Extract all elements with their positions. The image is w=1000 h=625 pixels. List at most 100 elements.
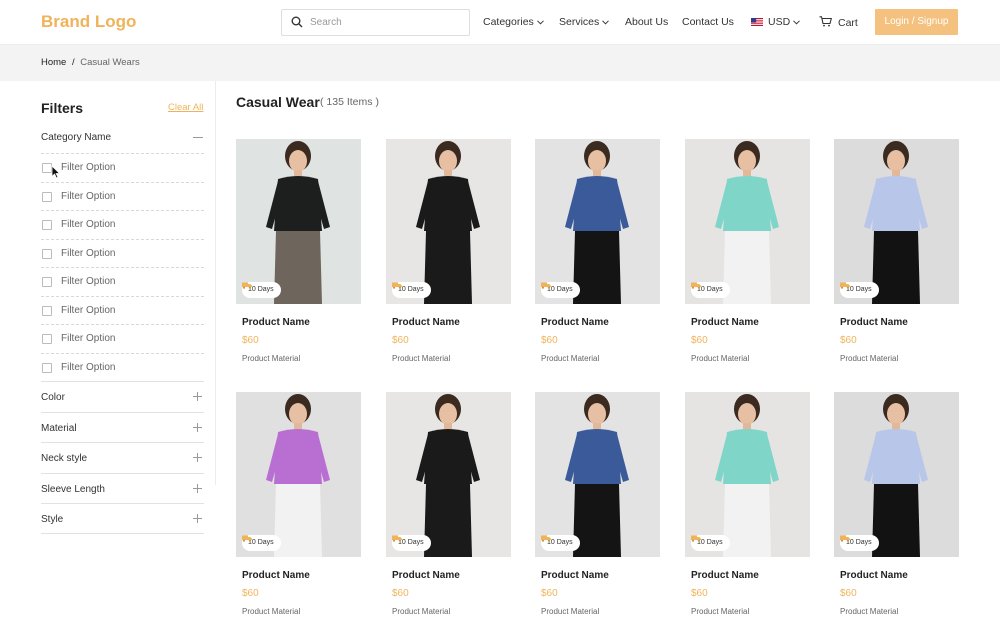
product-name[interactable]: Product Name	[242, 317, 310, 328]
plus-icon[interactable]	[193, 483, 202, 493]
product-name[interactable]: Product Name	[392, 570, 460, 581]
plus-icon[interactable]	[193, 422, 202, 432]
product-image[interactable]: 10 Days	[685, 392, 810, 557]
search-input[interactable]: Search	[310, 17, 342, 28]
product-card[interactable]: 10 Days Product Name $60 Product Material	[834, 139, 959, 369]
product-model-figure	[236, 139, 361, 304]
clear-all-link[interactable]: Clear All	[168, 102, 203, 113]
product-card[interactable]: 10 Days Product Name $60 Product Material	[685, 139, 810, 369]
filter-option[interactable]: Filter Option	[41, 153, 204, 181]
filter-option-label: Filter Option	[61, 190, 116, 202]
login-signup-button[interactable]: Login / Signup	[875, 9, 958, 35]
delivery-truck-icon	[840, 282, 850, 289]
filter-option[interactable]: Filter Option	[41, 352, 204, 381]
product-model-figure	[386, 139, 511, 304]
product-image[interactable]: 10 Days	[236, 139, 361, 304]
search-box[interactable]: Search	[281, 9, 470, 36]
filter-checkbox[interactable]	[42, 220, 52, 230]
product-image[interactable]: 10 Days	[685, 139, 810, 304]
filter-group-sleeve-length[interactable]: Sleeve Length	[41, 472, 204, 504]
nav-categories[interactable]: Categories	[483, 16, 544, 28]
category-name-heading[interactable]: Category Name	[41, 132, 111, 143]
filter-option-label: Filter Option	[61, 276, 116, 287]
product-name[interactable]: Product Name	[840, 317, 908, 328]
product-image[interactable]: 10 Days	[535, 139, 660, 304]
product-name[interactable]: Product Name	[691, 570, 759, 581]
product-image[interactable]: 10 Days	[535, 392, 660, 557]
product-price: $60	[691, 588, 708, 599]
brand-logo[interactable]: Brand Logo	[41, 12, 136, 32]
filter-checkbox[interactable]	[42, 334, 52, 344]
delivery-truck-icon	[541, 282, 551, 289]
product-card[interactable]: 10 Days Product Name $60 Product Material	[236, 392, 361, 622]
nav-services[interactable]: Services	[559, 16, 610, 28]
plus-icon[interactable]	[193, 453, 202, 462]
currency-selector[interactable]: USD	[748, 16, 801, 28]
product-card[interactable]: 10 Days Product Name $60 Product Material	[236, 139, 361, 369]
product-model-figure	[834, 392, 959, 557]
product-name[interactable]: Product Name	[541, 570, 609, 581]
filter-option[interactable]: Filter Option	[41, 210, 204, 238]
product-material: Product Material	[541, 354, 600, 363]
product-material: Product Material	[541, 607, 600, 616]
cart-label: Cart	[838, 17, 858, 29]
breadcrumb-home[interactable]: Home	[41, 57, 66, 68]
filter-option[interactable]: Filter Option	[41, 267, 204, 295]
product-card[interactable]: 10 Days Product Name $60 Product Material	[685, 392, 810, 622]
filter-group-style[interactable]: Style	[41, 503, 204, 534]
filter-option[interactable]: Filter Option	[41, 324, 204, 352]
plus-icon[interactable]	[193, 514, 202, 523]
nav-about-us[interactable]: About Us	[625, 16, 668, 28]
delivery-badge: 10 Days	[691, 535, 730, 551]
chevron-down-icon	[793, 20, 801, 25]
product-image[interactable]: 10 Days	[834, 392, 959, 557]
currency-label: USD	[768, 16, 791, 28]
filter-option[interactable]: Filter Option	[41, 295, 204, 324]
filter-option[interactable]: Filter Option	[41, 238, 204, 267]
filter-group-label: Color	[41, 392, 65, 403]
delivery-badge: 10 Days	[541, 282, 580, 298]
product-model-figure	[236, 392, 361, 557]
product-image[interactable]: 10 Days	[386, 139, 511, 304]
product-model-figure	[834, 139, 959, 304]
product-card[interactable]: 10 Days Product Name $60 Product Material	[834, 392, 959, 622]
product-card[interactable]: 10 Days Product Name $60 Product Material	[535, 139, 660, 369]
product-image[interactable]: 10 Days	[386, 392, 511, 557]
filter-group-color[interactable]: Color	[41, 381, 204, 412]
product-model-figure	[685, 392, 810, 557]
filter-checkbox[interactable]	[42, 191, 52, 202]
filter-checkbox[interactable]	[42, 362, 52, 373]
nav-contact-us[interactable]: Contact Us	[682, 16, 734, 28]
product-material: Product Material	[242, 354, 301, 363]
breadcrumb: Home / Casual Wears	[41, 57, 140, 68]
filter-checkbox[interactable]	[42, 248, 52, 259]
product-name[interactable]: Product Name	[242, 570, 310, 581]
product-material: Product Material	[242, 607, 301, 616]
cart-link[interactable]: Cart	[819, 16, 858, 29]
item-count: ( 135 Items )	[320, 96, 379, 108]
product-name[interactable]: Product Name	[691, 317, 759, 328]
delivery-truck-icon	[242, 282, 252, 289]
product-image[interactable]: 10 Days	[834, 139, 959, 304]
delivery-truck-icon	[691, 535, 701, 542]
delivery-badge: 10 Days	[840, 282, 879, 298]
filter-option-label: Filter Option	[61, 333, 116, 344]
filter-group-material[interactable]: Material	[41, 411, 204, 443]
product-card[interactable]: 10 Days Product Name $60 Product Material	[535, 392, 660, 622]
product-name[interactable]: Product Name	[541, 317, 609, 328]
product-card[interactable]: 10 Days Product Name $60 Product Material	[386, 139, 511, 369]
filter-option-label: Filter Option	[61, 162, 116, 173]
filter-option[interactable]: Filter Option	[41, 181, 204, 210]
filter-checkbox[interactable]	[42, 305, 52, 316]
product-model-figure	[535, 139, 660, 304]
product-name[interactable]: Product Name	[840, 570, 908, 581]
product-price: $60	[840, 588, 857, 599]
filter-group-neck-style[interactable]: Neck style	[41, 442, 204, 473]
product-price: $60	[392, 335, 409, 346]
minus-icon[interactable]	[193, 137, 203, 138]
product-image[interactable]: 10 Days	[236, 392, 361, 557]
plus-icon[interactable]	[193, 392, 202, 401]
product-card[interactable]: 10 Days Product Name $60 Product Material	[386, 392, 511, 622]
product-name[interactable]: Product Name	[392, 317, 460, 328]
filter-checkbox[interactable]	[42, 277, 52, 287]
